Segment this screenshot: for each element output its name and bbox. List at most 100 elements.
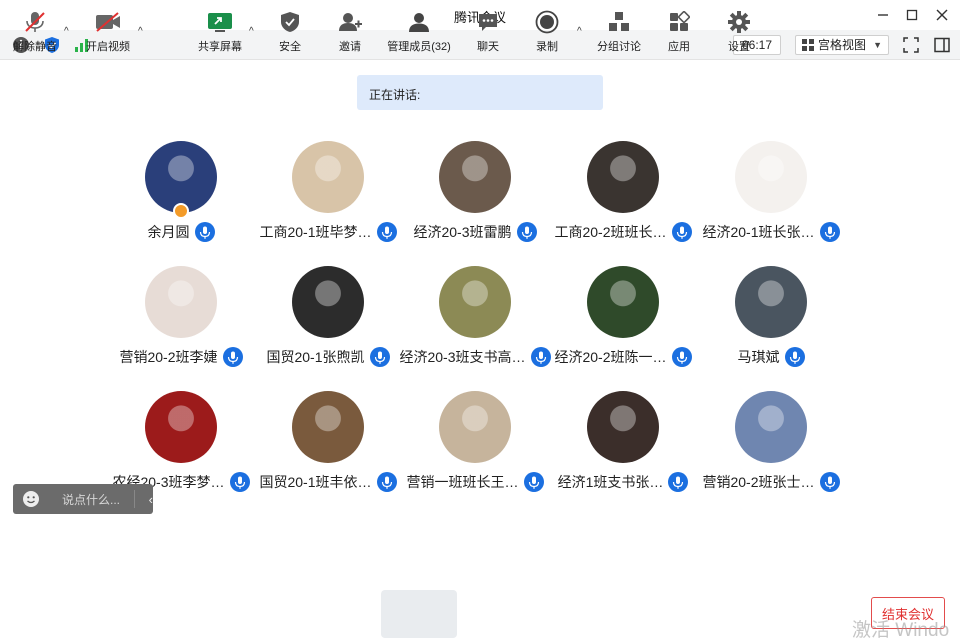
chat-divider xyxy=(133,490,135,508)
participant-name: 营销20-2班李婕 xyxy=(119,349,218,365)
share-screen-button[interactable]: 共享屏幕 xyxy=(192,10,248,54)
fullscreen-button[interactable] xyxy=(902,36,920,54)
participant-name-row: 工商20-2班班长… xyxy=(547,221,699,243)
record-button[interactable]: 录制 xyxy=(519,10,575,54)
bottom-control-bar xyxy=(0,584,960,640)
participant-tile[interactable]: 国贸20-1张煦凯 xyxy=(252,266,402,376)
participant-name-row: 经济20-3班雷鹏 xyxy=(399,221,551,243)
breakout-rooms-icon xyxy=(609,12,629,31)
participant-name: 国贸20-1张煦凯 xyxy=(266,349,365,365)
breakout-rooms-button[interactable]: 分组讨论 xyxy=(591,10,647,54)
participant-tile[interactable]: 工商20-2班班长… xyxy=(547,141,697,251)
gear-icon xyxy=(728,11,750,33)
record-options-caret[interactable]: ^ xyxy=(577,26,582,37)
mic-icon xyxy=(229,472,250,492)
participant-tile[interactable]: 营销20-2班张士… xyxy=(695,391,845,501)
apps-label: 应用 xyxy=(668,41,690,53)
participant-tile[interactable]: 国贸20-1班丰依… xyxy=(252,391,402,501)
share-screen-label: 共享屏幕 xyxy=(198,41,242,53)
participant-tile[interactable]: 经济1班支书张… xyxy=(547,391,697,501)
participant-name-row: 工商20-1班毕梦… xyxy=(252,221,404,243)
avatar[interactable] xyxy=(292,391,364,463)
mic-icon xyxy=(376,472,397,492)
apps-button[interactable]: 应用 xyxy=(651,10,707,54)
participant-name: 工商20-2班班长… xyxy=(554,224,667,240)
record-icon xyxy=(535,10,559,34)
video-options-caret[interactable]: ^ xyxy=(138,26,143,37)
close-button[interactable] xyxy=(931,5,953,25)
minimize-button[interactable] xyxy=(872,5,894,25)
share-screen-icon xyxy=(208,13,232,32)
participant-tile[interactable]: 经济20-3班支书高… xyxy=(399,266,551,376)
invite-button[interactable]: 邀请 xyxy=(322,10,378,54)
start-video-button[interactable]: 开启视频 xyxy=(80,10,136,54)
participant-name-row: 营销20-2班李婕 xyxy=(105,346,257,368)
participant-tile[interactable]: 马琪斌 xyxy=(695,266,845,376)
avatar[interactable] xyxy=(145,266,217,338)
participant-name: 经济1班支书张… xyxy=(557,474,664,490)
avatar[interactable] xyxy=(145,391,217,463)
chevron-down-icon: ▼ xyxy=(873,40,882,50)
sidebar-toggle-button[interactable] xyxy=(933,36,951,54)
participant-name-row: 余月圆 xyxy=(105,221,257,243)
participant-name-row: 经济20-3班支书高… xyxy=(399,346,551,368)
add-user-icon xyxy=(339,13,362,31)
participant-name-row: 马琪斌 xyxy=(695,346,847,368)
avatar[interactable] xyxy=(587,141,659,213)
chat-icon xyxy=(479,14,497,31)
mic-icon xyxy=(376,222,397,242)
emoji-icon[interactable] xyxy=(22,490,40,508)
participant-name-row: 国贸20-1班丰依… xyxy=(252,471,404,493)
participant-tile[interactable]: 营销一班班长王… xyxy=(399,391,549,501)
avatar[interactable] xyxy=(735,266,807,338)
chevron-left-icon[interactable]: ‹ xyxy=(149,492,153,507)
settings-button[interactable]: 设置 xyxy=(711,10,767,54)
participant-tile[interactable]: 经济20-1班长张… xyxy=(695,141,845,251)
avatar[interactable] xyxy=(735,141,807,213)
security-label: 安全 xyxy=(279,41,301,53)
avatar[interactable] xyxy=(735,391,807,463)
audio-options-caret[interactable]: ^ xyxy=(64,26,69,37)
unmute-button[interactable]: 解除静音 xyxy=(7,10,63,54)
participant-tile[interactable]: 经济20-2班陈一… xyxy=(547,266,697,376)
participant-name: 余月圆 xyxy=(147,224,190,240)
breakout-rooms-label: 分组讨论 xyxy=(597,41,641,53)
chat-button[interactable]: 聊天 xyxy=(460,10,516,54)
chat-input-bubble[interactable]: 说点什么... ‹ xyxy=(13,484,153,514)
security-button[interactable]: 安全 xyxy=(262,10,318,54)
participant-tile[interactable]: 余月圆 xyxy=(105,141,255,251)
record-label: 录制 xyxy=(536,41,558,53)
avatar[interactable] xyxy=(439,141,511,213)
activation-watermark: 激活 Windo xyxy=(852,620,950,640)
participant-name-row: 营销一班班长王… xyxy=(399,471,551,493)
start-video-label: 开启视频 xyxy=(86,41,130,53)
participant-tile[interactable]: 营销20-2班李婕 xyxy=(105,266,255,376)
participant-tile[interactable]: 经济20-3班雷鹏 xyxy=(399,141,549,251)
mic-icon xyxy=(369,347,390,367)
mic-icon xyxy=(819,222,840,242)
share-options-caret[interactable]: ^ xyxy=(249,26,254,37)
avatar[interactable] xyxy=(587,391,659,463)
participant-tile[interactable]: 工商20-1班毕梦… xyxy=(252,141,402,251)
mic-muted-icon xyxy=(25,12,45,32)
avatar[interactable] xyxy=(292,141,364,213)
chat-placeholder[interactable]: 说点什么... xyxy=(62,491,126,508)
mic-icon xyxy=(523,472,544,492)
participant-name: 工商20-1班毕梦… xyxy=(259,224,372,240)
participant-name: 营销20-2班张士… xyxy=(702,474,815,490)
manage-members-button[interactable]: 管理成员(32) xyxy=(381,10,457,54)
avatar[interactable] xyxy=(292,266,364,338)
view-mode-select[interactable]: 宫格视图 ▼ xyxy=(795,35,889,55)
participant-name-row: 经济20-2班陈一… xyxy=(547,346,699,368)
video-off-icon xyxy=(96,12,120,32)
mic-icon xyxy=(194,222,215,242)
avatar[interactable] xyxy=(439,391,511,463)
members-button-highlight xyxy=(381,590,457,638)
mic-icon xyxy=(671,222,692,242)
manage-members-label: 管理成员(32) xyxy=(387,41,451,53)
avatar[interactable] xyxy=(587,266,659,338)
participant-name-row: 经济20-1班长张… xyxy=(695,221,847,243)
maximize-button[interactable] xyxy=(901,5,923,25)
avatar[interactable] xyxy=(439,266,511,338)
invite-label: 邀请 xyxy=(339,41,361,53)
